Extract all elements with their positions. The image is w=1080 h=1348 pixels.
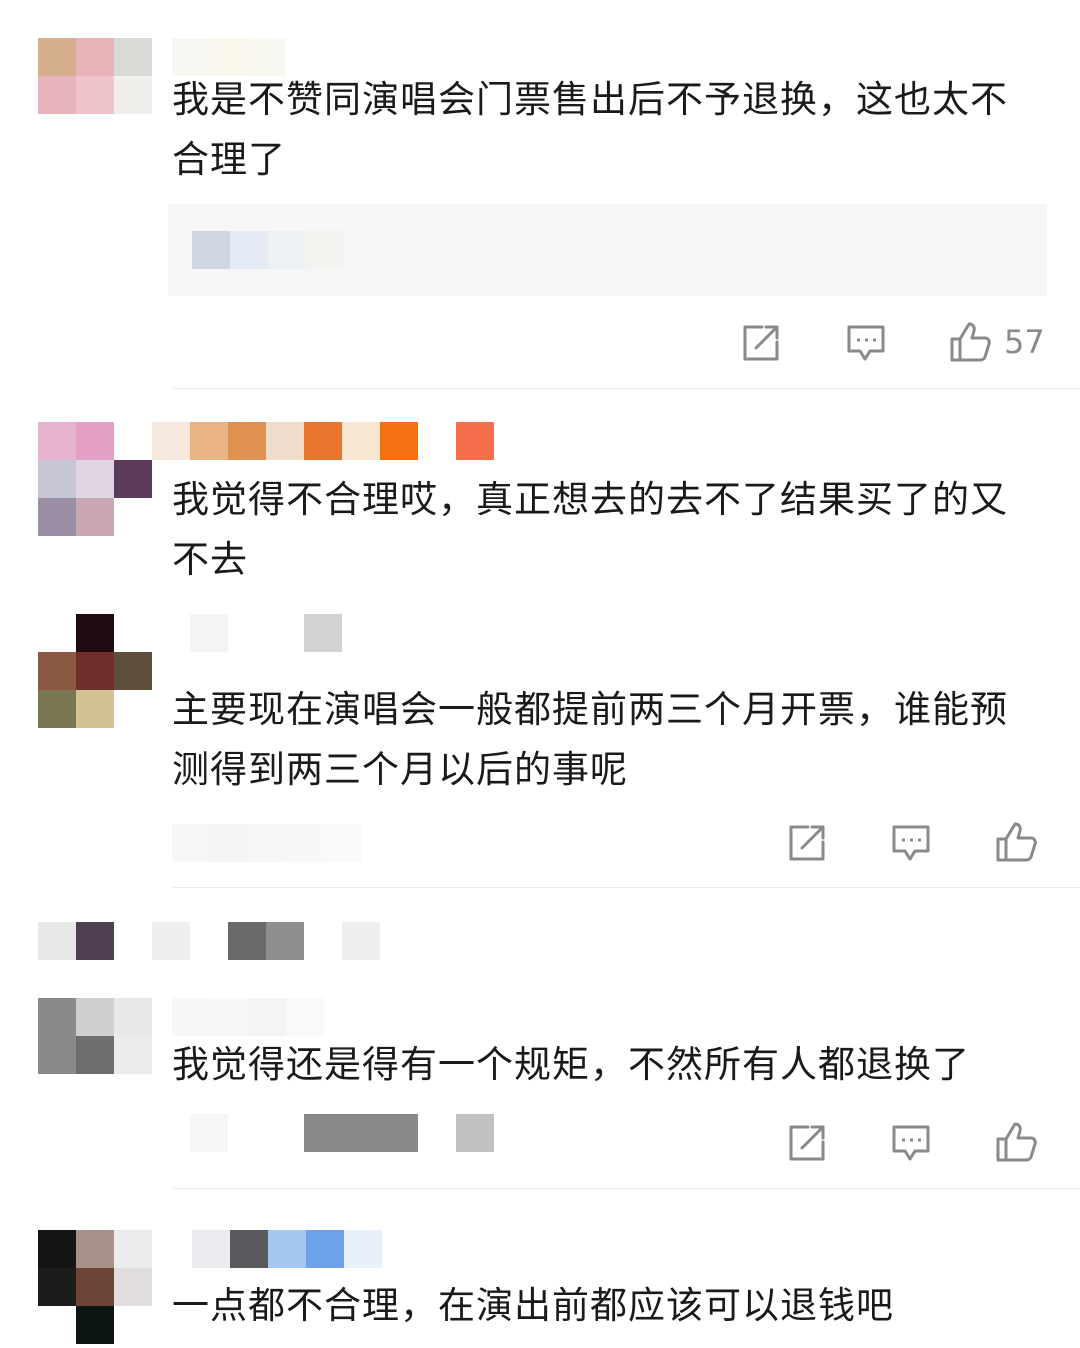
avatar[interactable] bbox=[38, 1230, 152, 1344]
comment-text: 我觉得不合理哎，真正想去的去不了结果买了的又不去 bbox=[172, 478, 1008, 581]
comment-icon bbox=[892, 825, 930, 861]
thumbs-up-icon bbox=[996, 1122, 1037, 1162]
avatar[interactable] bbox=[38, 38, 152, 152]
comment-text: 一点都不合理，在演出前都应该可以退钱吧 bbox=[172, 1284, 894, 1327]
timestamp-blurred bbox=[172, 824, 362, 862]
comment-button[interactable] bbox=[845, 322, 887, 364]
divider bbox=[172, 1188, 1080, 1189]
reply-preview[interactable] bbox=[168, 204, 1047, 296]
share-icon bbox=[743, 325, 779, 361]
share-button[interactable] bbox=[786, 1122, 828, 1164]
username-blurred[interactable] bbox=[172, 998, 324, 1036]
avatar[interactable] bbox=[38, 422, 152, 536]
username-blurred[interactable] bbox=[192, 1230, 382, 1268]
like-button[interactable]: 57 bbox=[948, 320, 1045, 364]
share-icon bbox=[789, 1125, 825, 1161]
comment-button[interactable] bbox=[890, 1122, 932, 1164]
comment-button[interactable] bbox=[890, 822, 932, 864]
avatar[interactable] bbox=[38, 998, 152, 1112]
like-button[interactable] bbox=[994, 820, 1038, 864]
blurred-header bbox=[38, 922, 380, 960]
comment-text: 主要现在演唱会一般都提前两三个月开票，谁能预测得到两三个月以后的事呢 bbox=[172, 688, 1008, 791]
like-button[interactable] bbox=[994, 1120, 1038, 1164]
comment-text: 我觉得还是得有一个规矩，不然所有人都退换了 bbox=[172, 1043, 970, 1086]
reply-preview-blurred bbox=[192, 231, 344, 269]
timestamp-blurred bbox=[190, 1114, 494, 1152]
username-blurred[interactable] bbox=[190, 614, 342, 652]
thumbs-up-icon bbox=[996, 822, 1037, 862]
share-icon bbox=[789, 825, 825, 861]
divider bbox=[172, 388, 1080, 389]
share-button[interactable] bbox=[740, 322, 782, 364]
like-count: 57 bbox=[1004, 323, 1045, 361]
comment-icon bbox=[892, 1125, 930, 1161]
share-button[interactable] bbox=[786, 822, 828, 864]
comment-icon bbox=[847, 325, 885, 361]
username-blurred[interactable] bbox=[152, 422, 494, 460]
avatar[interactable] bbox=[38, 614, 152, 728]
thumbs-up-icon bbox=[950, 322, 991, 362]
divider bbox=[172, 887, 1080, 888]
comment-text: 我是不赞同演唱会门票售出后不予退换，这也太不合理了 bbox=[172, 78, 1008, 181]
